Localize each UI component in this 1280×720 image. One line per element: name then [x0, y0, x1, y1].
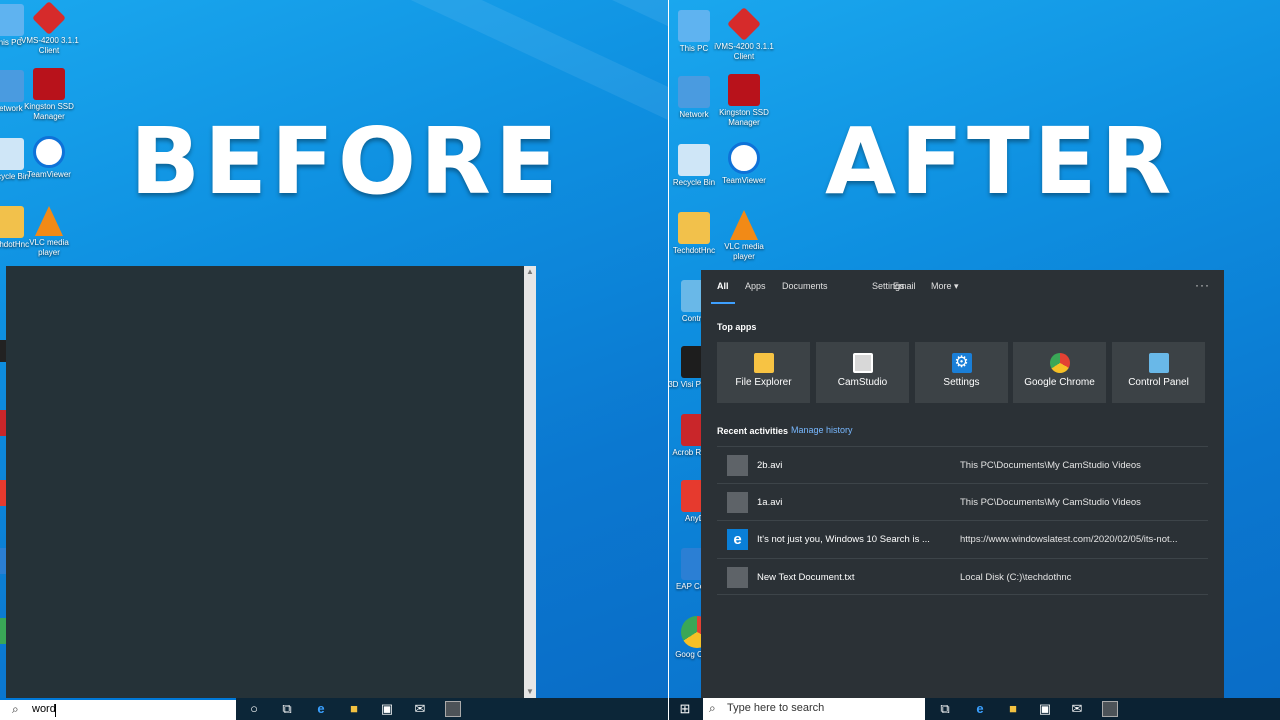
app-tile-settings[interactable]: ⚙ Settings	[915, 342, 1008, 403]
ivms-icon	[32, 1, 66, 35]
start-windows-icon[interactable]: ⊞	[677, 701, 693, 717]
kingston-icon	[728, 74, 760, 106]
desktop-icon-teamviewer[interactable]: TeamViewer	[19, 136, 79, 180]
control-panel-icon	[1148, 353, 1169, 373]
edge-icon[interactable]: e	[313, 701, 329, 717]
kingston-icon	[33, 68, 65, 100]
list-item[interactable]: 2b.avi This PC\Documents\My CamStudio Vi…	[717, 446, 1208, 483]
computer-icon	[678, 10, 710, 42]
after-label: AFTER	[825, 108, 1176, 215]
app-tile-google-chrome[interactable]: Google Chrome	[1013, 342, 1106, 403]
before-label: BEFORE	[130, 108, 562, 215]
desktop-icon-vlc[interactable]: VLC media player	[714, 210, 774, 262]
app-tile-file-explorer[interactable]: File Explorer	[717, 342, 810, 403]
desktop-icon-kingston[interactable]: Kingston SSD Manager	[714, 74, 774, 128]
list-item[interactable]: New Text Document.txt Local Disk (C:)\te…	[717, 558, 1208, 595]
video-file-icon	[727, 455, 748, 476]
teamviewer-icon	[33, 136, 65, 168]
taskbar-search-box[interactable]: ⌕ Type here to search	[703, 698, 925, 720]
folder-icon	[753, 353, 774, 373]
list-item[interactable]: e It's not just you, Windows 10 Search i…	[717, 520, 1208, 557]
desktop-icon-vlc[interactable]: VLC media player	[19, 206, 79, 258]
task-view-icon[interactable]: ⧉	[279, 701, 295, 717]
scroll-down-arrow-icon[interactable]: ▼	[524, 686, 536, 698]
list-item[interactable]: 1a.avi This PC\Documents\My CamStudio Vi…	[717, 483, 1208, 520]
edge-icon[interactable]: e	[972, 701, 988, 717]
teamviewer-icon	[728, 142, 760, 174]
taskbar-before: ⌕ word ○ ⧉ e ■ ▣ ✉	[0, 698, 668, 720]
taskbar-after: ⊞ ⌕ Type here to search ⧉ e ■ ▣ ✉	[669, 698, 1280, 720]
scrollbar[interactable]: ▲ ▼	[524, 266, 536, 698]
search-icon: ⌕	[709, 701, 716, 715]
tab-email[interactable]: Email	[893, 281, 916, 291]
search-input[interactable]: Type here to search	[727, 702, 824, 714]
search-results-pane-empty	[6, 266, 536, 698]
vlc-cone-icon	[35, 206, 63, 236]
app-tile-control-panel[interactable]: Control Panel	[1112, 342, 1205, 403]
recent-activities-heading: Recent activities	[717, 426, 789, 436]
taskbar-search-box[interactable]: ⌕ word	[0, 698, 236, 720]
mail-icon[interactable]: ✉	[412, 701, 428, 717]
desktop-icon-kingston[interactable]: Kingston SSD Manager	[19, 68, 79, 122]
search-panel: All Apps Documents Settings Email More ▾…	[701, 270, 1224, 698]
more-options-icon[interactable]: ···	[1195, 278, 1210, 292]
active-tab-indicator	[711, 302, 735, 304]
desktop-icon-teamviewer[interactable]: TeamViewer	[714, 142, 774, 186]
recycle-bin-icon	[678, 144, 710, 176]
folder-icon	[678, 212, 710, 244]
text-file-icon	[727, 567, 748, 588]
desktop-icon-ivms[interactable]: iVMS-4200 3.1.1 Client	[19, 1, 79, 56]
tab-documents[interactable]: Documents	[782, 281, 828, 291]
app-tile-camstudio[interactable]: CamStudio	[816, 342, 909, 403]
store-icon[interactable]: ▣	[1037, 701, 1053, 717]
mail-icon[interactable]: ✉	[1069, 701, 1085, 717]
scroll-up-arrow-icon[interactable]: ▲	[524, 266, 536, 278]
manage-history-link[interactable]: Manage history	[791, 425, 853, 435]
camstudio-icon	[852, 353, 873, 373]
store-icon[interactable]: ▣	[379, 701, 395, 717]
camstudio-icon[interactable]	[1102, 701, 1118, 717]
search-icon: ⌕	[12, 702, 19, 716]
tab-all[interactable]: All	[717, 281, 729, 291]
video-file-icon	[727, 492, 748, 513]
file-explorer-icon[interactable]: ■	[346, 701, 362, 717]
search-input[interactable]: word	[32, 703, 56, 715]
chrome-icon	[1049, 353, 1070, 373]
desktop-icon-ivms[interactable]: iVMS-4200 3.1.1 Client	[714, 7, 774, 62]
cortana-icon[interactable]: ○	[246, 701, 262, 717]
ivms-icon	[727, 7, 761, 41]
search-tabs: All Apps Documents Settings Email More ▾…	[701, 270, 1224, 304]
vlc-cone-icon	[730, 210, 758, 240]
text-caret	[55, 704, 56, 717]
gear-icon: ⚙	[951, 353, 972, 373]
tab-more[interactable]: More ▾	[931, 281, 959, 292]
tab-apps[interactable]: Apps	[745, 281, 766, 291]
task-view-icon[interactable]: ⧉	[937, 701, 953, 717]
camstudio-icon[interactable]	[445, 701, 461, 717]
top-apps-heading: Top apps	[717, 322, 757, 332]
network-icon	[678, 76, 710, 108]
edge-icon: e	[727, 529, 748, 550]
file-explorer-icon[interactable]: ■	[1005, 701, 1021, 717]
